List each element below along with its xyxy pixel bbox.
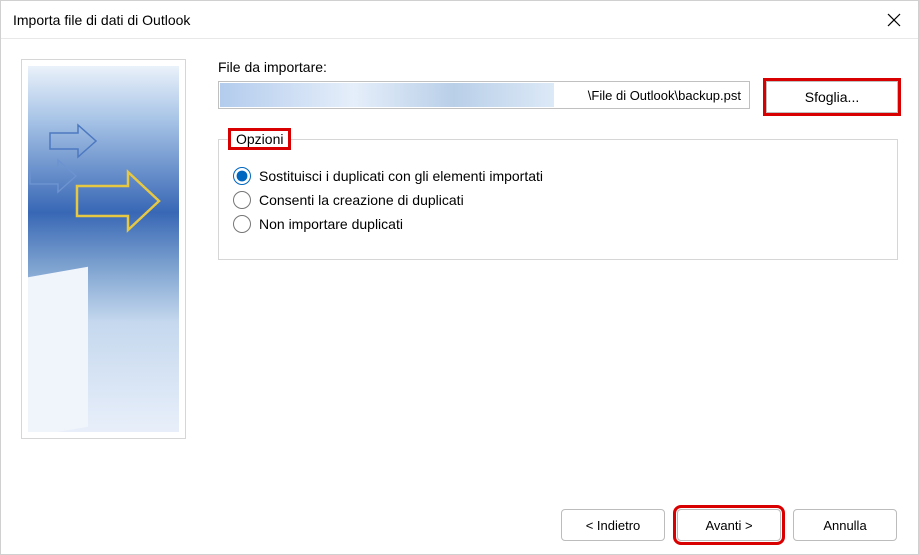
close-button[interactable] <box>874 4 914 36</box>
file-to-import-label: File da importare: <box>218 59 898 75</box>
arrow-icon <box>73 166 163 241</box>
file-path-text: \File di Outlook\backup.pst <box>586 88 743 103</box>
radio-input-skip[interactable] <box>233 215 251 233</box>
radio-label: Consenti la creazione di duplicati <box>259 192 464 208</box>
arrow-icon <box>28 156 78 201</box>
radio-skip-duplicates[interactable]: Non importare duplicati <box>233 215 883 233</box>
radio-input-replace[interactable] <box>233 167 251 185</box>
options-group: Opzioni Sostituisci i duplicati con gli … <box>218 131 898 260</box>
radio-label: Sostituisci i duplicati con gli elementi… <box>259 168 543 184</box>
radio-replace-duplicates[interactable]: Sostituisci i duplicati con gli elementi… <box>233 167 883 185</box>
options-legend: Opzioni <box>231 131 288 147</box>
radio-label: Non importare duplicati <box>259 216 403 232</box>
window-title: Importa file di dati di Outlook <box>13 12 874 28</box>
content-area: File da importare: \File di Outlook\back… <box>1 39 918 489</box>
close-icon <box>887 13 901 27</box>
radio-input-allow[interactable] <box>233 191 251 209</box>
back-button[interactable]: < Indietro <box>561 509 665 541</box>
cancel-button[interactable]: Annulla <box>793 509 897 541</box>
next-button[interactable]: Avanti > <box>677 509 781 541</box>
radio-allow-duplicates[interactable]: Consenti la creazione di duplicati <box>233 191 883 209</box>
wizard-footer: < Indietro Avanti > Annulla <box>561 509 897 541</box>
title-bar: Importa file di dati di Outlook <box>1 1 918 39</box>
main-panel: File da importare: \File di Outlook\back… <box>186 59 898 489</box>
file-path-input[interactable]: \File di Outlook\backup.pst <box>218 81 750 109</box>
browse-button[interactable]: Sfoglia... <box>766 81 898 113</box>
wizard-sidebar-image <box>21 59 186 439</box>
